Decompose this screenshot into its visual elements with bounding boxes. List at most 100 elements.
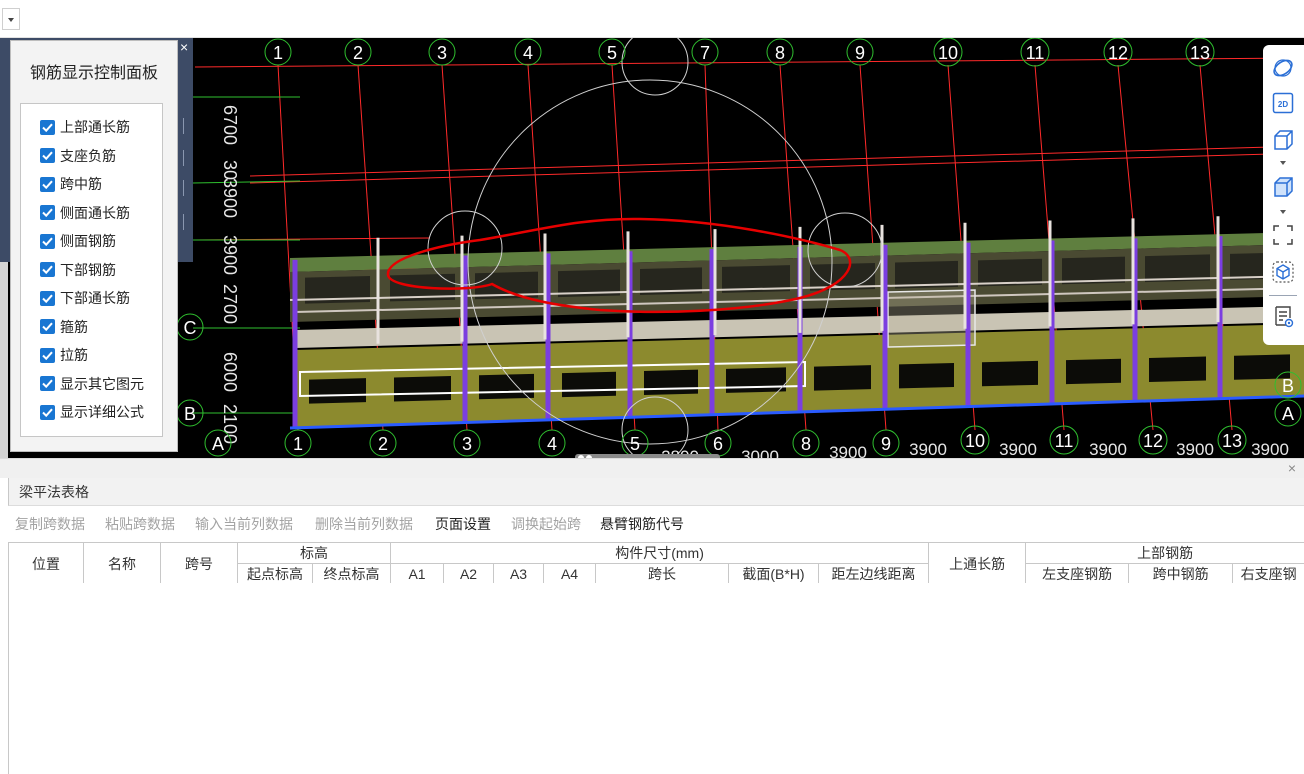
fit-view-icon[interactable] — [1271, 223, 1295, 247]
dimension-label: 3900 — [829, 443, 867, 458]
checkbox-icon[interactable] — [40, 404, 55, 420]
column-header-right-support[interactable]: 右支座钢 — [1232, 563, 1304, 585]
axis-label: 3 — [462, 434, 472, 454]
copy-span-data-button[interactable]: 复制跨数据 — [15, 515, 85, 533]
viewport-canvas[interactable]: 6700 30 3900 3900 2700 6000 2100 2800 30… — [8, 38, 1304, 458]
checkbox-icon[interactable] — [40, 176, 55, 192]
left-dimensions: 6700 30 3900 3900 2700 6000 2100 — [220, 105, 240, 444]
column-header-span-length[interactable]: 跨长 — [595, 563, 729, 585]
axis-label: A — [1282, 404, 1294, 424]
chevron-down-icon — [8, 18, 14, 22]
close-icon[interactable]: × — [180, 40, 188, 54]
checkbox-label: 下部通长筋 — [60, 290, 130, 306]
column-header-position[interactable]: 位置 — [8, 542, 84, 585]
beam-gap — [982, 360, 1038, 387]
checkbox-icon[interactable] — [40, 319, 55, 334]
table-body[interactable] — [8, 583, 1304, 774]
axis-label: 6 — [713, 434, 723, 454]
axis-label: C — [184, 318, 197, 338]
checkbox-icon[interactable] — [40, 205, 55, 220]
column-header-mid-span[interactable]: 跨中钢筋 — [1128, 563, 1234, 585]
column-header-a4[interactable]: A4 — [543, 563, 596, 585]
column-header-end-elevation[interactable]: 终点标高 — [312, 563, 391, 585]
close-icon[interactable]: × — [1288, 460, 1296, 476]
checkbox-icon[interactable] — [40, 376, 55, 391]
checkbox-label: 侧面钢筋 — [60, 233, 116, 249]
checkbox-label: 侧面通长筋 — [60, 204, 130, 221]
axis-label: 9 — [881, 434, 891, 454]
column-header-start-elevation[interactable]: 起点标高 — [237, 563, 313, 585]
column-header-name[interactable]: 名称 — [83, 542, 161, 585]
checkbox-item[interactable]: 显示详细公式 — [40, 402, 144, 422]
column-group-top-rebar: 上部钢筋 — [1025, 542, 1304, 564]
swap-start-span-button[interactable]: 调换起始跨 — [511, 515, 581, 533]
axis-label: 1 — [273, 43, 283, 63]
panel-scroll-mark — [183, 214, 192, 230]
checkbox-icon[interactable] — [40, 262, 55, 277]
checkbox-item[interactable]: 跨中筋 — [40, 174, 102, 194]
column-header-section[interactable]: 截面(B*H) — [728, 563, 819, 585]
checkbox-icon[interactable] — [40, 148, 55, 163]
beam-gap — [1149, 356, 1206, 382]
checkbox-item[interactable]: 显示其它图元 — [40, 374, 144, 394]
rebar-display-panel: 钢筋显示控制面板 上部通长筋 支座负筋 跨中筋 侧面通长筋 侧面钢筋 下部钢筋 … — [10, 40, 178, 452]
axis-label: 5 — [607, 43, 617, 63]
checkbox-label: 箍筋 — [60, 318, 88, 335]
orbit-icon[interactable] — [1271, 56, 1295, 80]
checkbox-item[interactable]: 下部钢筋 — [40, 260, 116, 280]
2d-view-icon[interactable]: 2D — [1271, 91, 1295, 115]
properties-icon[interactable] — [1271, 305, 1295, 329]
element-display-icon[interactable] — [1271, 260, 1295, 284]
column-header-a1[interactable]: A1 — [390, 563, 444, 585]
3d-viewport[interactable]: 6700 30 3900 3900 2700 6000 2100 2800 30… — [8, 38, 1304, 458]
table-panel-title: 梁平法表格 — [8, 478, 1304, 506]
beam-gap — [394, 375, 451, 402]
panel-splitter[interactable]: × — [0, 458, 1304, 478]
axis-label: 8 — [801, 434, 811, 454]
column-group-elevation: 标高 — [237, 542, 391, 564]
panel-scroll-mark — [183, 180, 192, 196]
checkbox-item[interactable]: 支座负筋 — [40, 146, 116, 166]
beam-flat-table[interactable]: 位置 名称 跨号 标高 构件尺寸(mm) 上通长筋 上部钢筋 起点标高 终点标高… — [8, 542, 1304, 585]
checkbox-label: 支座负筋 — [60, 147, 116, 164]
checkbox-item[interactable]: 箍筋 — [40, 317, 88, 337]
axis-label: 9 — [855, 43, 865, 63]
axis-label: 4 — [523, 43, 533, 63]
checkbox-item[interactable]: 侧面钢筋 — [40, 231, 116, 251]
column-header-left-edge-distance[interactable]: 距左边线距离 — [817, 563, 930, 585]
checkbox-item[interactable]: 上部通长筋 — [40, 117, 130, 137]
checkbox-icon[interactable] — [40, 233, 55, 249]
checkbox-item[interactable]: 侧面通长筋 — [40, 203, 130, 223]
chevron-down-icon[interactable] — [1278, 208, 1288, 216]
column-header-a2[interactable]: A2 — [443, 563, 494, 585]
axis-label: 3 — [437, 43, 447, 63]
3d-solid-icon[interactable] — [1271, 175, 1295, 199]
input-column-data-button[interactable]: 输入当前列数据 — [195, 515, 293, 533]
axis-top: 1 2 3 4 5 7 8 9 10 11 12 13 — [264, 38, 1215, 67]
checkbox-label: 下部钢筋 — [60, 261, 116, 278]
checkbox-item[interactable]: 拉筋 — [40, 345, 88, 365]
checkbox-icon[interactable] — [40, 290, 55, 306]
checkbox-icon[interactable] — [40, 119, 55, 135]
top-bar — [0, 0, 1304, 38]
column-header-top-continuous[interactable]: 上通长筋 — [928, 542, 1027, 585]
delete-column-data-button[interactable]: 删除当前列数据 — [315, 515, 413, 533]
view-dropdown-button[interactable] — [2, 8, 20, 30]
axis-label: 11 — [1055, 431, 1074, 451]
column-header-span-no[interactable]: 跨号 — [160, 542, 238, 585]
column-header-a3[interactable]: A3 — [493, 563, 544, 585]
rebar-checkbox-list: 上部通长筋 支座负筋 跨中筋 侧面通长筋 侧面钢筋 下部钢筋 下部通长筋 箍筋 … — [20, 103, 163, 437]
checkbox-icon[interactable] — [40, 347, 55, 363]
paste-span-data-button[interactable]: 粘贴跨数据 — [105, 515, 175, 533]
axis-label: 10 — [938, 43, 958, 63]
dimension-label: 6000 — [220, 352, 240, 392]
checkbox-item[interactable]: 下部通长筋 — [40, 288, 130, 308]
chevron-down-icon[interactable] — [1278, 159, 1288, 167]
cantilever-rebar-code-button[interactable]: 悬臂钢筋代号 — [600, 515, 684, 533]
3d-wireframe-icon[interactable] — [1271, 128, 1295, 152]
beam-gap — [309, 378, 366, 404]
axis-label: 12 — [1108, 43, 1128, 63]
column-header-left-support[interactable]: 左支座钢筋 — [1025, 563, 1130, 585]
page-setup-button[interactable]: 页面设置 — [435, 515, 491, 533]
beam-model — [289, 216, 1304, 430]
